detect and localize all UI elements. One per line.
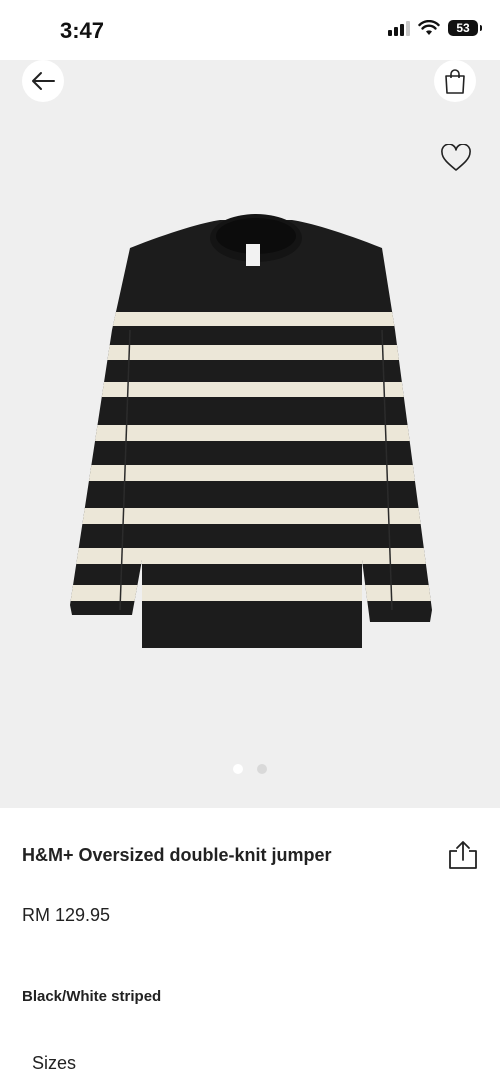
sizes-label: Sizes (32, 1053, 77, 1073)
wishlist-button[interactable] (436, 138, 476, 178)
status-time: 3:47 (60, 18, 105, 43)
product-price: RM 129.95 (22, 905, 111, 925)
arrow-left-icon (32, 72, 55, 90)
status-icons: 53 (388, 20, 482, 36)
gallery-pagination (0, 764, 500, 774)
gallery-dot[interactable] (233, 764, 243, 774)
wifi-icon (418, 20, 440, 35)
heart-icon (441, 144, 471, 171)
product-image-gallery[interactable] (0, 60, 500, 808)
cellular-signal-icon (388, 20, 410, 36)
shopping-bag-icon (445, 69, 465, 94)
share-icon (449, 841, 477, 869)
shopping-bag-button[interactable] (434, 60, 476, 102)
battery-icon: 53 (448, 20, 482, 36)
status-bar: 3:47 53 (0, 0, 500, 60)
product-title: H&M+ Oversized double-knit jumper (22, 845, 332, 865)
back-button[interactable] (22, 60, 64, 102)
product-image (70, 214, 432, 648)
share-button[interactable] (446, 838, 480, 872)
product-color-name: Black/White striped (22, 988, 162, 1005)
battery-level: 53 (456, 21, 470, 35)
gallery-dot[interactable] (257, 764, 267, 774)
